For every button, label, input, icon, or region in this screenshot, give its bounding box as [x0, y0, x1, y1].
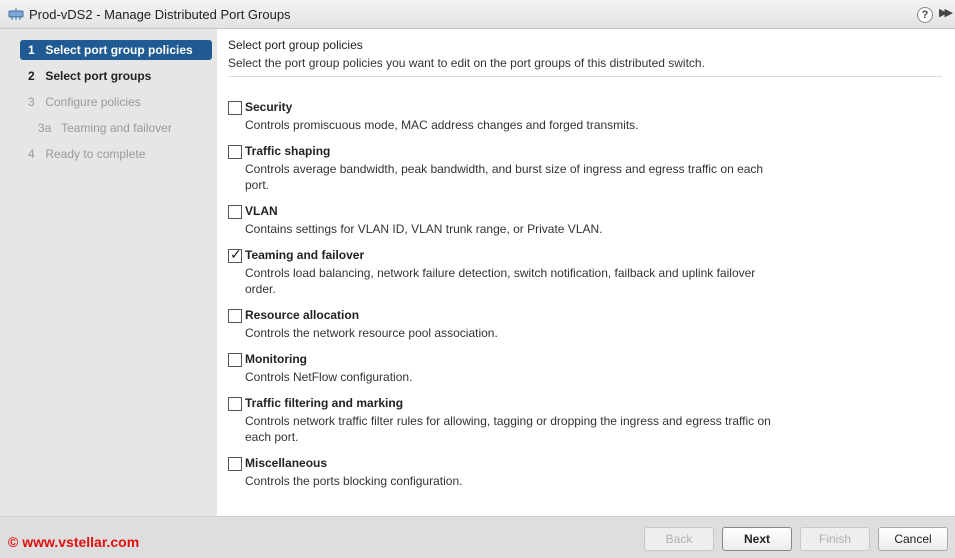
monitoring-checkbox[interactable] [228, 353, 242, 367]
traffic-shaping-checkbox[interactable] [228, 145, 242, 159]
option-label: Teaming and failover [245, 248, 365, 262]
option-label: Traffic shaping [245, 144, 331, 158]
miscellaneous-checkbox[interactable] [228, 457, 242, 471]
option-label: Monitoring [245, 352, 307, 366]
step-label: Select port group policies [45, 43, 193, 57]
page-title: Select port group policies [228, 38, 363, 52]
step-number: 2 [28, 69, 35, 83]
wizard-content: Select port group policies Select the po… [217, 29, 955, 516]
option-label: Security [245, 100, 293, 114]
expand-icon[interactable]: ▶▶ [939, 6, 953, 19]
window-title: Prod-vDS2 - Manage Distributed Port Grou… [29, 7, 291, 22]
option-label: Resource allocation [245, 308, 360, 322]
option-description: Controls the network resource pool assoc… [245, 326, 498, 340]
next-button[interactable]: Next [722, 527, 792, 551]
option-description: Controls promiscuous mode, MAC address c… [245, 118, 639, 132]
vlan-checkbox[interactable] [228, 205, 242, 219]
step-select-port-group-policies[interactable]: 1 Select port group policies [20, 40, 212, 60]
traffic-filtering-checkbox[interactable] [228, 397, 242, 411]
step-label: Select port groups [45, 69, 152, 83]
option-label: Miscellaneous [245, 456, 328, 470]
window-titlebar: Prod-vDS2 - Manage Distributed Port Grou… [0, 0, 955, 29]
step-configure-policies: 3 Configure policies [20, 92, 141, 112]
step-number: 4 [28, 147, 35, 161]
help-icon[interactable]: ? [917, 7, 933, 23]
cancel-button[interactable]: Cancel [878, 527, 948, 551]
step-number: 3a [38, 121, 52, 135]
option-description: Controls the ports blocking configuratio… [245, 474, 463, 488]
header-divider [228, 76, 942, 77]
step-ready-to-complete: 4 Ready to complete [20, 144, 145, 164]
copyright-watermark: © www.vstellar.com [8, 534, 140, 550]
security-checkbox[interactable] [228, 101, 242, 115]
teaming-and-failover-checkbox[interactable]: ✓ [228, 246, 242, 263]
page-subtitle: Select the port group policies you want … [228, 56, 705, 70]
finish-button[interactable]: Finish [800, 527, 870, 551]
wizard-steps: 1 Select port group policies 2 Select po… [0, 29, 217, 516]
option-description: Contains settings for VLAN ID, VLAN trun… [245, 222, 603, 236]
step-select-port-groups[interactable]: 2 Select port groups [20, 66, 151, 86]
step-label: Configure policies [45, 95, 141, 109]
option-label: Traffic filtering and marking [245, 396, 404, 410]
option-description: Controls load balancing, network failure… [245, 266, 756, 296]
check-icon: ✓ [230, 246, 242, 262]
back-button[interactable]: Back [644, 527, 714, 551]
step-label: Teaming and failover [61, 121, 172, 135]
distributed-switch-icon [8, 8, 24, 20]
step-number: 3 [28, 95, 35, 109]
step-label: Ready to complete [45, 147, 146, 161]
step-number: 1 [28, 43, 35, 57]
option-description: Controls NetFlow configuration. [245, 370, 413, 384]
option-description: Controls network traffic filter rules fo… [245, 414, 771, 444]
option-label: VLAN [245, 204, 278, 218]
step-teaming-and-failover: 3a Teaming and failover [30, 118, 172, 138]
resource-allocation-checkbox[interactable] [228, 309, 242, 323]
option-description: Controls average bandwidth, peak bandwid… [245, 162, 764, 192]
